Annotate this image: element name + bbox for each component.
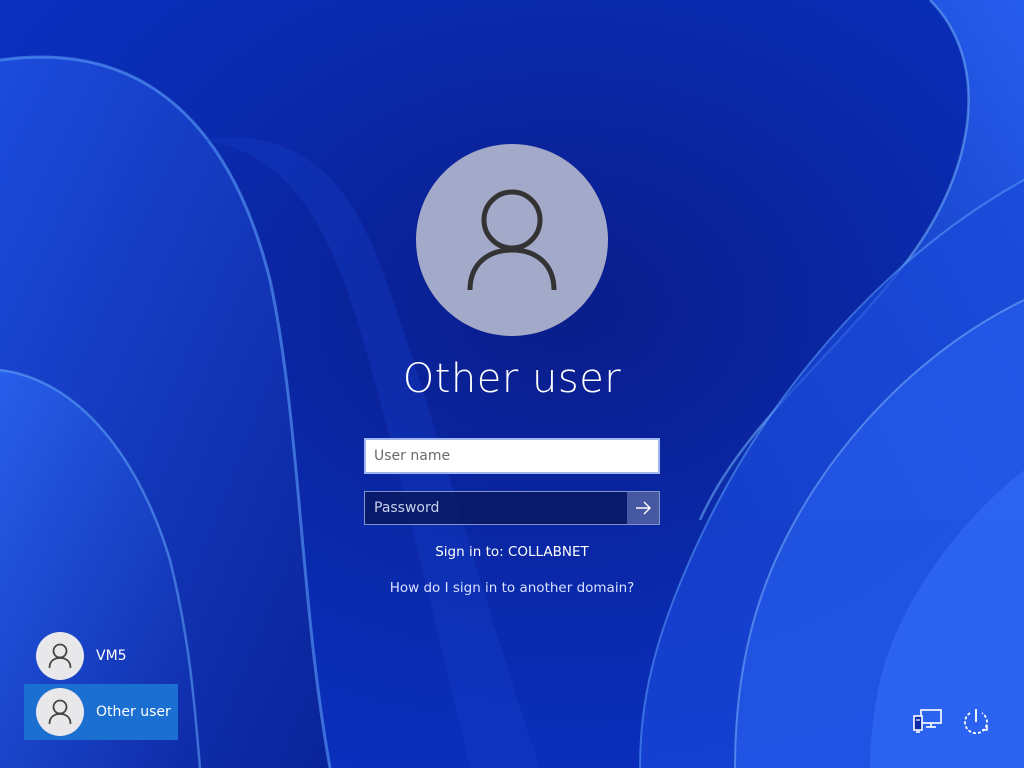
lock-screen: Other user Sign in to: COLLABNET How do … [0, 0, 1024, 768]
power-button[interactable] [958, 704, 994, 740]
submit-button[interactable] [627, 492, 659, 524]
user-avatar [36, 632, 84, 680]
person-icon [48, 699, 72, 725]
network-icon [913, 709, 942, 733]
user-tile-other-user[interactable]: Other user [24, 684, 178, 740]
user-avatar-large [416, 144, 608, 336]
username-input[interactable] [364, 438, 660, 474]
person-icon [467, 189, 557, 291]
password-input[interactable] [365, 492, 627, 524]
network-button[interactable] [910, 704, 946, 740]
another-domain-help-link[interactable]: How do I sign in to another domain? [312, 580, 712, 596]
user-avatar [36, 688, 84, 736]
signin-domain-text: Sign in to: COLLABNET [435, 544, 589, 560]
person-icon [48, 643, 72, 669]
user-title: Other user [402, 356, 622, 402]
arrow-right-icon [636, 501, 651, 515]
user-tile-label: VM5 [96, 648, 127, 664]
password-field-container [364, 491, 660, 525]
user-tile-label: Other user [96, 704, 171, 720]
user-tile-vm5[interactable]: VM5 [24, 628, 178, 684]
power-icon [964, 709, 988, 735]
